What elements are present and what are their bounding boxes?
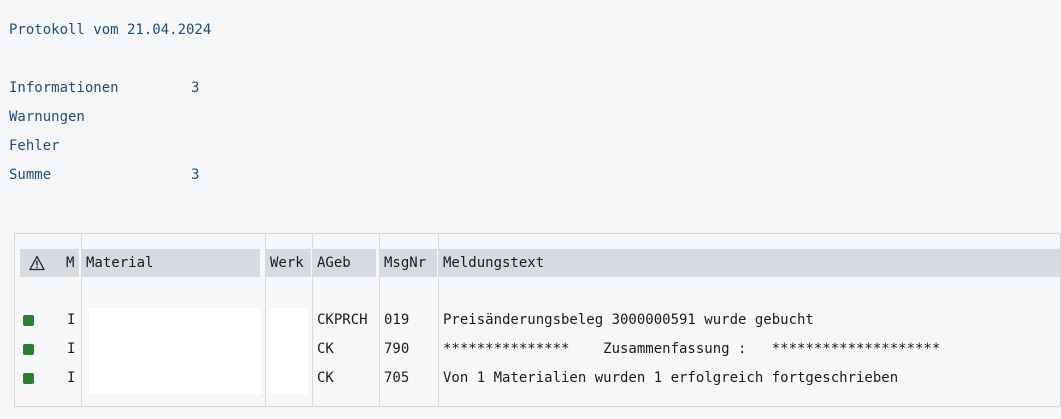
column-header-m: M — [66, 255, 75, 271]
row-m: I — [67, 341, 76, 357]
row-m: I — [67, 370, 76, 386]
stat-label-informationen: Informationen — [9, 80, 119, 96]
column-header-material[interactable]: Material — [82, 249, 260, 277]
column-header-status-m[interactable]: M — [20, 249, 79, 277]
stat-label-fehler: Fehler — [9, 138, 60, 154]
column-header-werk[interactable]: Werk — [266, 249, 311, 277]
row-meldungstext[interactable]: Preisänderungsbeleg 3000000591 wurde geb… — [443, 312, 814, 328]
stat-label-warnungen: Warnungen — [9, 109, 85, 125]
row-ageb: CK — [317, 341, 334, 357]
row-ageb: CKPRCH — [317, 312, 368, 328]
row-meldungstext[interactable]: Von 1 Materialien wurden 1 erfolgreich f… — [443, 370, 898, 386]
row-meldungstext[interactable]: *************** Zusammenfassung : ******… — [443, 341, 940, 357]
stat-value-summe: 3 — [191, 167, 200, 183]
werk-cell-blank — [270, 308, 308, 394]
row-msgnr: 019 — [384, 312, 410, 328]
stat-value-informationen: 3 — [191, 80, 200, 96]
row-m: I — [67, 312, 76, 328]
material-cell-blank — [89, 308, 261, 394]
row-msgnr: 705 — [384, 370, 410, 386]
log-title: Protokoll vom 21.04.2024 — [9, 22, 212, 38]
status-green-icon — [23, 344, 34, 355]
message-table: M Material Werk AGeb MsgNr Meldungstext … — [14, 233, 1061, 407]
column-header-msgnr[interactable]: MsgNr — [380, 249, 437, 277]
status-green-icon — [23, 373, 34, 384]
row-ageb: CK — [317, 370, 334, 386]
row-msgnr: 790 — [384, 341, 410, 357]
stat-label-summe: Summe — [9, 167, 52, 183]
warning-icon — [29, 255, 45, 271]
status-green-icon — [23, 315, 34, 326]
column-header-meldungstext[interactable]: Meldungstext — [439, 249, 1060, 277]
column-header-ageb[interactable]: AGeb — [313, 249, 376, 277]
